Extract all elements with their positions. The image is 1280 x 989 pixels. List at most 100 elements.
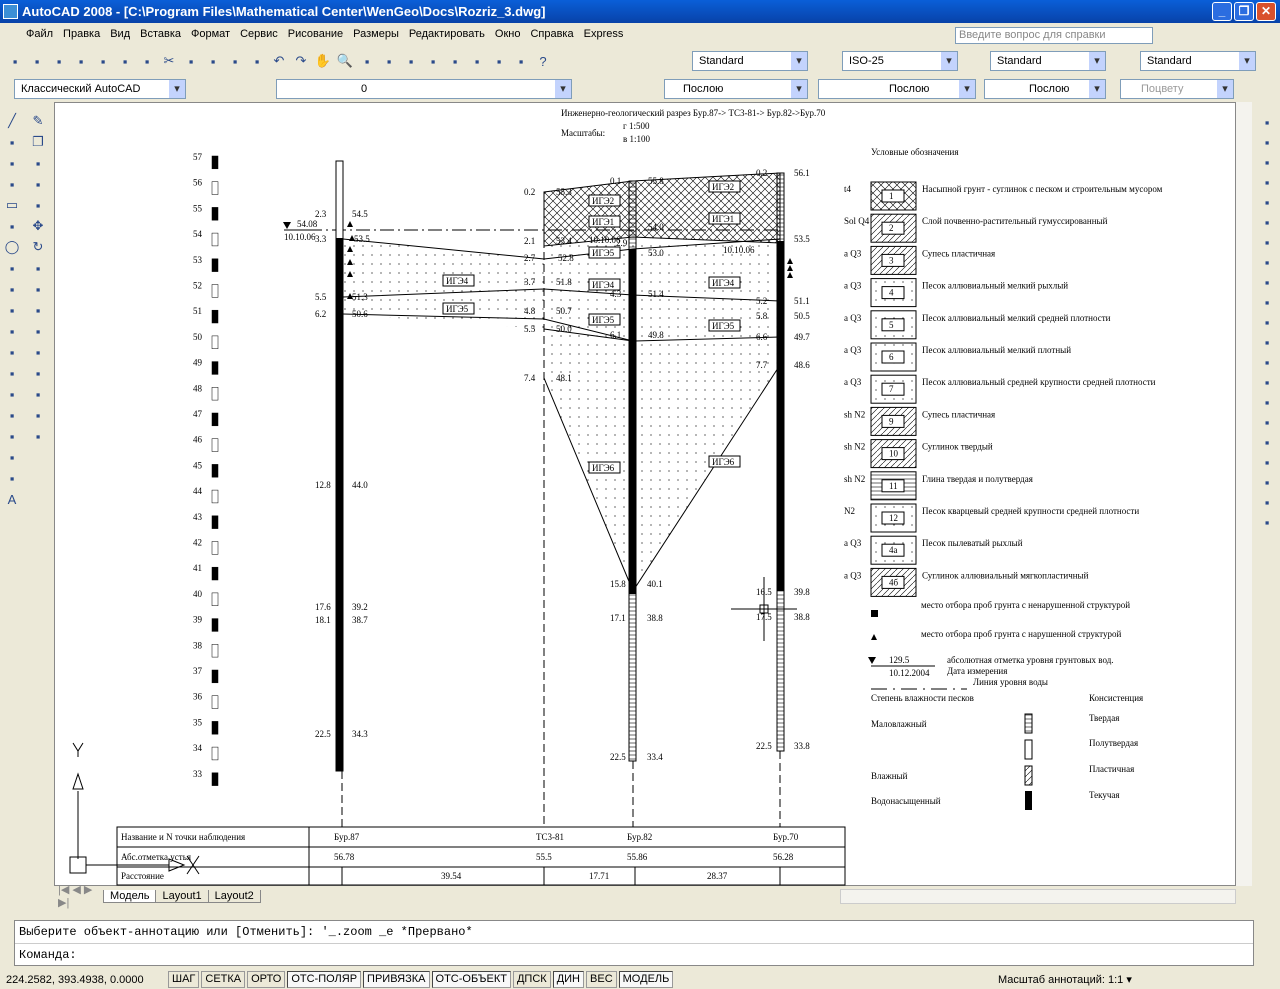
publish-icon[interactable]: ▪ xyxy=(115,51,135,71)
circle-icon[interactable]: ◯ xyxy=(2,237,22,257)
help-icon[interactable]: ? xyxy=(533,51,553,71)
horizontal-scrollbar[interactable] xyxy=(840,889,1236,904)
linetype-select[interactable]: Послою xyxy=(818,79,976,99)
cut-icon[interactable]: ✂ xyxy=(159,51,179,71)
dim-baseline-icon[interactable]: ▪ xyxy=(1257,292,1277,312)
properties-icon[interactable]: ▪ xyxy=(401,51,421,71)
ellipse-icon[interactable]: ▪ xyxy=(2,300,22,320)
insert-block-icon[interactable]: ▪ xyxy=(2,342,22,362)
dim-space-icon[interactable]: ▪ xyxy=(1257,332,1277,352)
line-icon[interactable]: ╱ xyxy=(2,111,22,131)
match-properties-icon[interactable]: ▪ xyxy=(225,51,245,71)
zoom-realtime-icon[interactable]: 🔍 xyxy=(335,51,355,71)
ellipse-arc-icon[interactable]: ▪ xyxy=(2,321,22,341)
open-icon[interactable]: ▪ xyxy=(27,51,47,71)
zoom-previous-icon[interactable]: ▪ xyxy=(379,51,399,71)
status-toggle[interactable]: ДПСК xyxy=(512,971,551,988)
paste-icon[interactable]: ▪ xyxy=(203,51,223,71)
close-button[interactable]: ✕ xyxy=(1256,2,1276,21)
polyline-icon[interactable]: ▪ xyxy=(2,153,22,173)
dim-ordinate-icon[interactable]: ▪ xyxy=(1257,172,1277,192)
extend-icon[interactable]: ▪ xyxy=(28,321,48,341)
rotate-icon[interactable]: ↻ xyxy=(28,237,48,257)
status-toggle[interactable]: ОРТО xyxy=(247,971,286,988)
drawing-canvas[interactable]: Инженерно-геологический разрез Бур.87-> … xyxy=(54,102,1236,886)
undo-icon[interactable]: ↶ xyxy=(269,51,289,71)
make-block-icon[interactable]: ▪ xyxy=(2,363,22,383)
offset-icon[interactable]: ▪ xyxy=(28,174,48,194)
tab-layout1[interactable]: Layout1 xyxy=(155,889,209,903)
annotation-scale[interactable]: Масштаб аннотаций: 1:1 ▾ xyxy=(998,973,1132,986)
table-icon[interactable]: ▪ xyxy=(2,468,22,488)
spline-icon[interactable]: ▪ xyxy=(2,279,22,299)
jogged-linear-icon[interactable]: ▪ xyxy=(1257,432,1277,452)
center-mark-icon[interactable]: ▪ xyxy=(1257,392,1277,412)
dim-style-select[interactable]: ISO-25 xyxy=(842,51,958,71)
menu-item[interactable]: Вид xyxy=(110,28,130,40)
rectangle-icon[interactable]: ▭ xyxy=(2,195,22,215)
revcloud-icon[interactable]: ▪ xyxy=(2,258,22,278)
redo-icon[interactable]: ↷ xyxy=(291,51,311,71)
mleader-style-select[interactable]: Standard xyxy=(1140,51,1256,71)
status-toggle[interactable]: СЕТКА xyxy=(201,971,246,988)
command-input[interactable]: Команда: xyxy=(15,943,1253,965)
dim-style-icon[interactable]: ▪ xyxy=(1257,512,1277,532)
menu-item[interactable]: Express xyxy=(584,28,624,40)
menu-item[interactable]: Сервис xyxy=(240,28,278,40)
menu-item[interactable]: Окно xyxy=(495,28,521,40)
dim-text-edit-icon[interactable]: ▪ xyxy=(1257,472,1277,492)
dim-arc-icon[interactable]: ▪ xyxy=(1257,152,1277,172)
fillet-icon[interactable]: ▪ xyxy=(28,405,48,425)
polygon-icon[interactable]: ▪ xyxy=(2,174,22,194)
hatch-icon[interactable]: ▪ xyxy=(2,405,22,425)
region-icon[interactable]: ▪ xyxy=(2,447,22,467)
help-search-input[interactable]: Введите вопрос для справки xyxy=(955,27,1153,44)
menu-item[interactable]: Правка xyxy=(63,28,100,40)
chamfer-icon[interactable]: ▪ xyxy=(28,384,48,404)
explode-icon[interactable]: ▪ xyxy=(28,426,48,446)
menu-item[interactable]: Файл xyxy=(26,28,53,40)
array-icon[interactable]: ▪ xyxy=(28,195,48,215)
move-icon[interactable]: ✥ xyxy=(28,216,48,236)
table-style-select[interactable]: Standard xyxy=(990,51,1106,71)
inspect-icon[interactable]: ▪ xyxy=(1257,412,1277,432)
save-icon[interactable]: ▪ xyxy=(49,51,69,71)
point-icon[interactable]: ▪ xyxy=(2,384,22,404)
text-style-select[interactable]: Standard xyxy=(692,51,808,71)
join-icon[interactable]: ▪ xyxy=(28,363,48,383)
maximize-button[interactable]: ❐ xyxy=(1234,2,1254,21)
erase-icon[interactable]: ✎ xyxy=(28,111,48,131)
copy-icon[interactable]: ▪ xyxy=(181,51,201,71)
copy-object-icon[interactable]: ❐ xyxy=(28,132,48,152)
tool-palettes-icon[interactable]: ▪ xyxy=(445,51,465,71)
design-center-icon[interactable]: ▪ xyxy=(423,51,443,71)
dim-diameter-icon[interactable]: ▪ xyxy=(1257,232,1277,252)
workspace-select[interactable]: Классический AutoCAD xyxy=(14,79,186,99)
status-toggle[interactable]: ДИН xyxy=(552,971,585,988)
menu-item[interactable]: Справка xyxy=(530,28,573,40)
gradient-icon[interactable]: ▪ xyxy=(2,426,22,446)
menu-item[interactable]: Размеры xyxy=(353,28,399,40)
vertical-scrollbar[interactable] xyxy=(1236,102,1252,886)
tolerance-icon[interactable]: ▪ xyxy=(1257,372,1277,392)
calculator-icon[interactable]: ▪ xyxy=(511,51,531,71)
tab-layout2[interactable]: Layout2 xyxy=(207,889,261,903)
pan-icon[interactable]: ✋ xyxy=(313,51,333,71)
status-toggle[interactable]: ШАГ xyxy=(168,971,200,988)
dim-update-icon[interactable]: ▪ xyxy=(1257,492,1277,512)
web-icon[interactable]: ▪ xyxy=(137,51,157,71)
lineweight-select[interactable]: Послою xyxy=(984,79,1106,99)
plot-preview-icon[interactable]: ▪ xyxy=(93,51,113,71)
layer-select[interactable]: 0 xyxy=(276,79,572,99)
dim-continue-icon[interactable]: ▪ xyxy=(1257,312,1277,332)
status-toggle[interactable]: ПРИВЯЗКА xyxy=(363,971,430,988)
markup-icon[interactable]: ▪ xyxy=(489,51,509,71)
dim-jogged-icon[interactable]: ▪ xyxy=(1257,212,1277,232)
trim-icon[interactable]: ▪ xyxy=(28,300,48,320)
stretch-icon[interactable]: ▪ xyxy=(28,279,48,299)
menu-item[interactable]: Вставка xyxy=(140,28,181,40)
construction-line-icon[interactable]: ▪ xyxy=(2,132,22,152)
status-toggle[interactable]: МОДЕЛЬ xyxy=(618,971,674,988)
plot-icon[interactable]: ▪ xyxy=(71,51,91,71)
dim-linear-icon[interactable]: ▪ xyxy=(1257,112,1277,132)
